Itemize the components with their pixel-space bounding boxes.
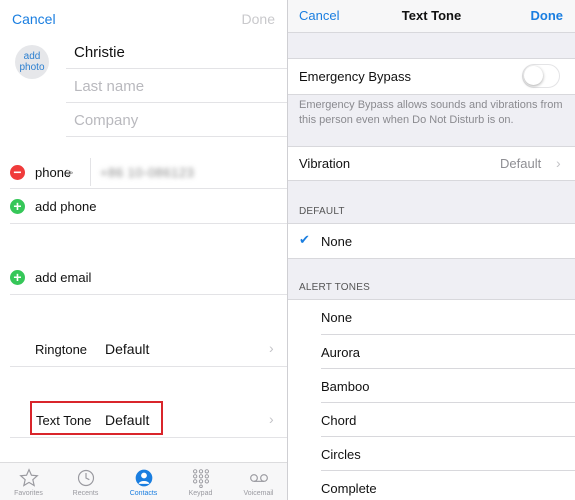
tab-label: Voicemail [243, 490, 274, 497]
toggle-knob [524, 66, 543, 85]
divider [321, 402, 575, 403]
tone-name: Chord [321, 413, 357, 428]
vibration-label: Vibration [299, 156, 351, 171]
divider [66, 102, 287, 103]
phone-label-chevron: > [66, 165, 74, 180]
ringtone-label: Ringtone [35, 342, 88, 357]
delete-phone-button[interactable]: − [10, 165, 25, 180]
tab-label: Keypad [188, 490, 213, 497]
divider [66, 136, 287, 137]
tab-voicemail[interactable]: Voicemail [230, 463, 287, 500]
keypad-icon [192, 469, 209, 488]
tone-name: Bamboo [321, 379, 370, 394]
tab-contacts[interactable]: Contacts [115, 463, 172, 500]
divider [10, 294, 287, 295]
last-name-field[interactable]: Last name [74, 78, 144, 95]
tone-name: Circles [321, 447, 361, 462]
divider [10, 437, 287, 438]
person-icon [135, 469, 152, 487]
tab-keypad[interactable]: Keypad [172, 463, 229, 500]
section-header-default: DEFAULT [299, 206, 345, 217]
voicemail-icon [249, 474, 268, 482]
first-name-field[interactable]: Christie [74, 44, 125, 61]
list-item[interactable]: Chord [288, 403, 575, 437]
emergency-bypass-label: Emergency Bypass [299, 69, 411, 84]
clock-icon [77, 469, 94, 487]
list-item[interactable]: Aurora [288, 335, 575, 369]
divider [288, 94, 575, 95]
divider [288, 258, 575, 259]
list-item[interactable]: None [288, 300, 575, 334]
tab-bar: Favorites Recents Contacts Keypad Voicem… [0, 462, 287, 500]
checkmark-icon: ✔ [299, 232, 310, 247]
chevron-right-icon: › [269, 411, 274, 427]
divider [10, 188, 287, 189]
divider [288, 180, 575, 181]
divider [66, 68, 287, 69]
emergency-bypass-description: Emergency Bypass allows sounds and vibra… [299, 99, 563, 126]
tab-recents[interactable]: Recents [57, 463, 114, 500]
list-item[interactable]: Circles [288, 437, 575, 471]
tab-label: Favorites [14, 490, 43, 497]
divider [321, 470, 575, 471]
tone-name: Aurora [321, 345, 361, 360]
add-phone-label[interactable]: add phone [35, 199, 96, 214]
tone-name: None [321, 310, 353, 325]
phone-number-field[interactable]: +86 10-086123 [100, 165, 194, 180]
add-phone-button[interactable]: + [10, 199, 25, 214]
navigation-bar: Cancel Text Tone Done [288, 0, 575, 33]
vibration-value: Default [500, 156, 542, 171]
cancel-button[interactable]: Cancel [12, 11, 56, 27]
list-item[interactable]: Complete [288, 471, 575, 500]
list-item[interactable]: Bamboo [288, 369, 575, 403]
tab-favorites[interactable]: Favorites [0, 463, 57, 500]
divider [321, 436, 575, 437]
section-header-alert-tones: ALERT TONES [299, 282, 370, 293]
add-email-label[interactable]: add email [35, 270, 91, 285]
divider [321, 368, 575, 369]
text-tone-highlight-box [30, 401, 163, 435]
add-email-button[interactable]: + [10, 270, 25, 285]
emergency-bypass-toggle[interactable] [522, 64, 560, 88]
chevron-right-icon: › [556, 155, 561, 171]
text-tone-panel: Cancel Text Tone Done Emergency Bypass E… [288, 0, 575, 500]
add-photo-label: add photo [19, 51, 45, 73]
contact-edit-panel: Cancel Done add photo Christie Last name… [0, 0, 287, 500]
divider [10, 366, 287, 367]
tab-label: Recents [72, 490, 99, 497]
done-button[interactable]: Done [531, 8, 564, 23]
company-field[interactable]: Company [74, 112, 138, 129]
done-button[interactable]: Done [242, 11, 275, 27]
default-tone-row[interactable]: None [288, 224, 575, 258]
vibration-row[interactable]: Vibration Default › [288, 147, 575, 180]
star-icon [18, 468, 39, 487]
chevron-right-icon: › [269, 340, 274, 356]
default-tone-label: None [321, 234, 353, 249]
divider [10, 223, 287, 224]
tone-name: Complete [321, 481, 377, 496]
divider [90, 158, 91, 186]
add-photo-button[interactable]: add photo [15, 45, 49, 79]
divider [321, 334, 575, 335]
ringtone-value: Default [105, 341, 150, 357]
tab-label: Contacts [129, 490, 158, 497]
